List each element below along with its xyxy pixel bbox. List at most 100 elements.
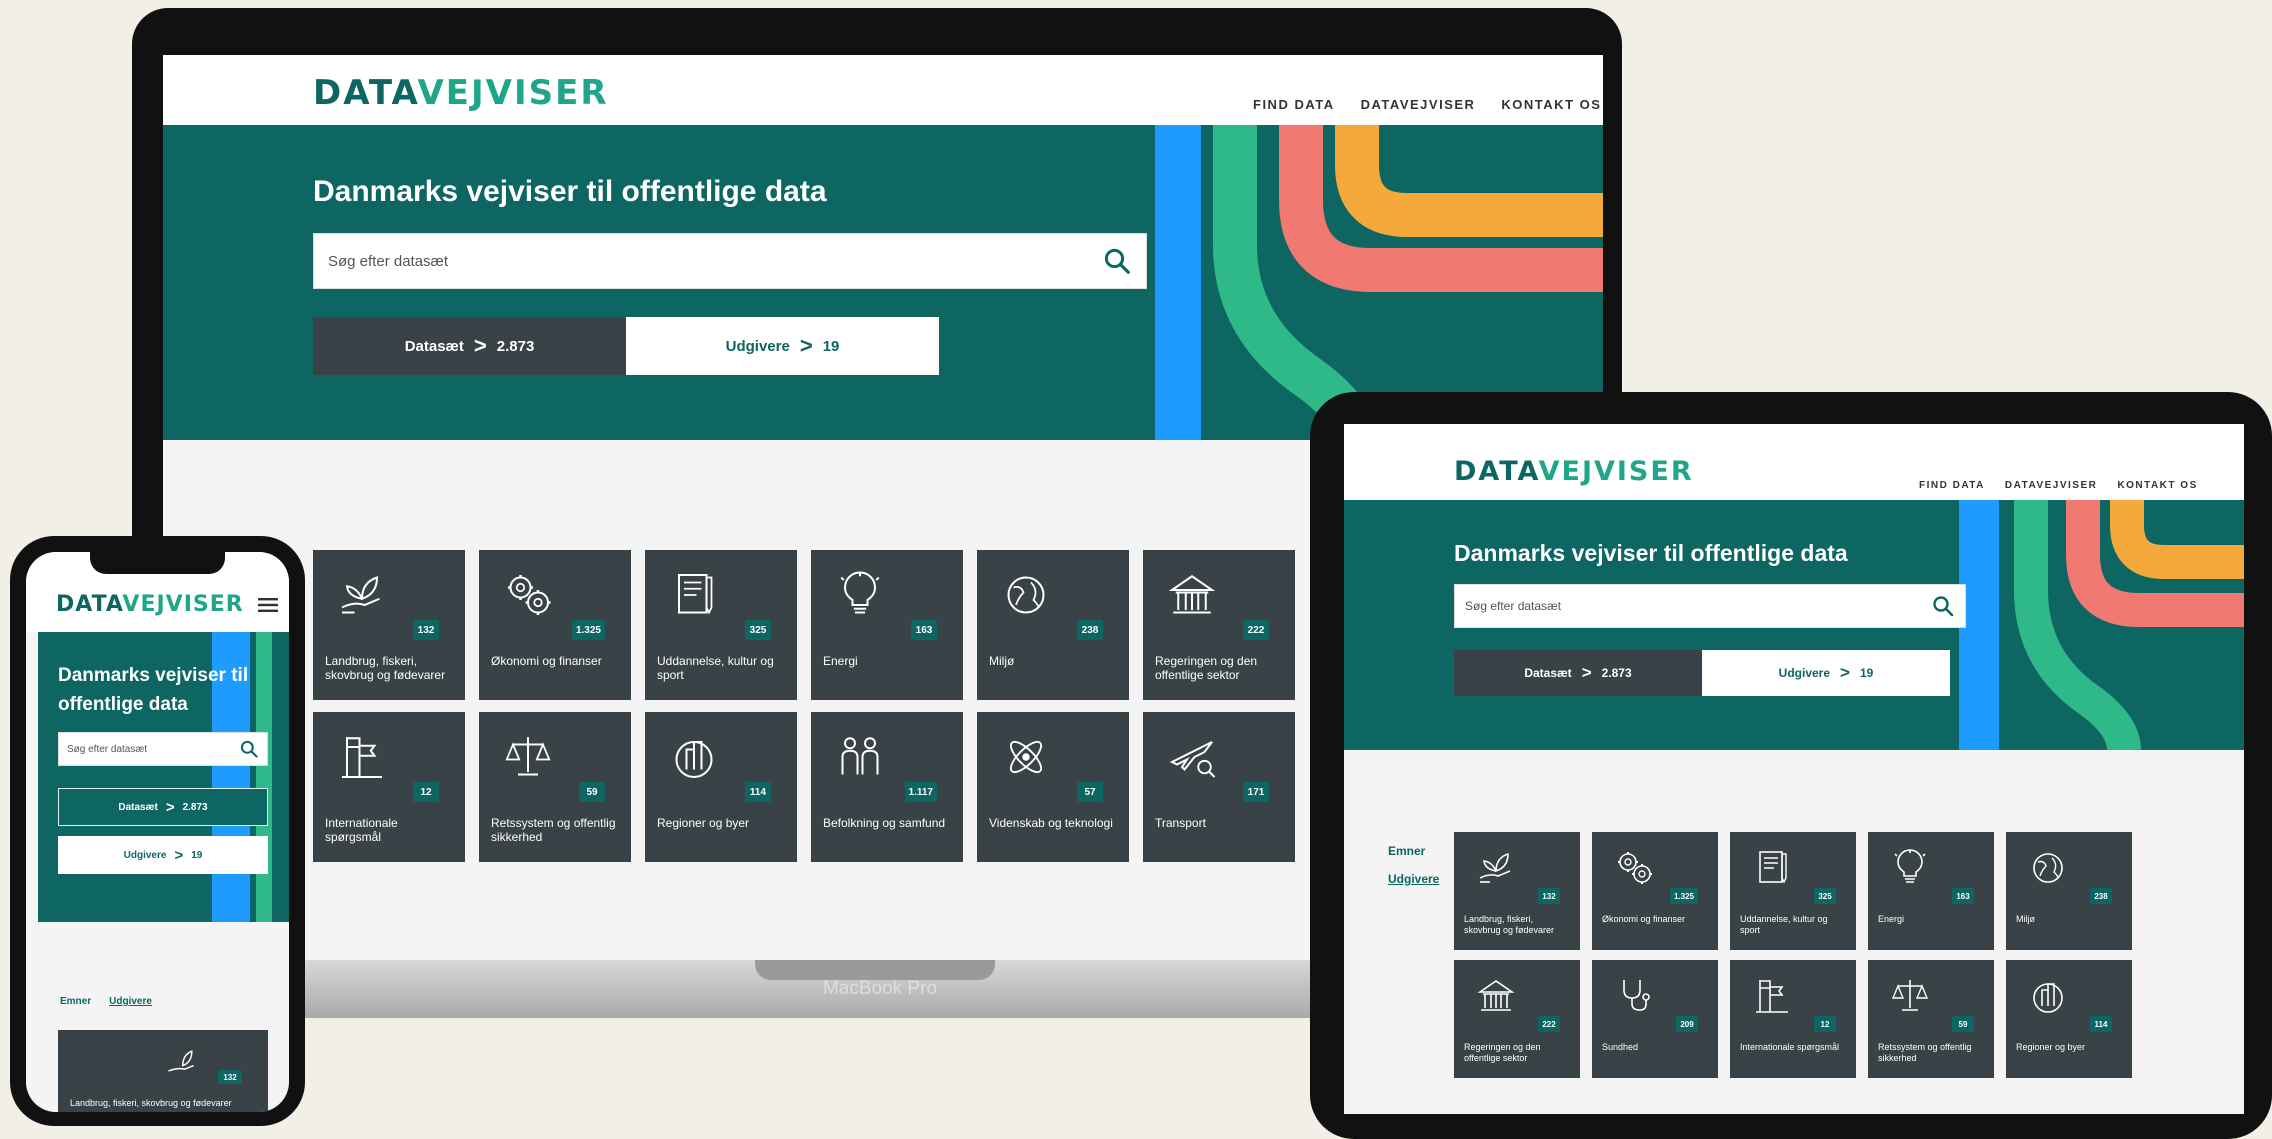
tile-count-badge: 222 (1243, 620, 1269, 640)
topic-tile[interactable]: 325 Uddannelse, kultur og sport (645, 550, 797, 700)
topic-tile[interactable]: 12 Internationale spørgsmål (1730, 960, 1856, 1078)
tab-udgivere[interactable]: Udgivere (109, 996, 152, 1007)
tile-label: Landbrug, fiskeri, skovbrug og fødevarer (1464, 914, 1555, 935)
publishers-count: 19 (191, 849, 203, 861)
tile-label: Befolkning og samfund (823, 816, 946, 830)
tile-label: Regeringen og den offentlige sektor (1155, 654, 1258, 683)
logo-text-dark: DATA (313, 73, 418, 113)
topic-tile[interactable]: 163 Energi (811, 550, 963, 700)
nav-find-data[interactable]: FIND DATA (1919, 480, 1985, 491)
logo[interactable]: DATAVEJVISER (56, 592, 244, 617)
search-icon[interactable] (239, 739, 259, 759)
datasets-toggle[interactable]: Datasæt > 2.873 (313, 317, 626, 375)
building-icon (1167, 570, 1217, 625)
logo-text-light: VEJVISER (122, 592, 244, 617)
tile-label: Uddannelse, kultur og sport (657, 654, 774, 683)
laptop-notch (755, 960, 995, 980)
chevron-right-icon: > (799, 333, 813, 358)
publishers-toggle[interactable]: Udgivere > 19 (1702, 650, 1950, 696)
topic-tile[interactable]: 57 Videnskab og teknologi (977, 712, 1129, 862)
tile-count-badge: 238 (2090, 888, 2112, 904)
tab-udgivere[interactable]: Udgivere (1388, 872, 1439, 886)
tile-label: Retssystem og offentlig sikkerhed (1878, 1042, 1972, 1063)
topic-tile[interactable]: 325 Uddannelse, kultur og sport (1730, 832, 1856, 950)
flags-icon (337, 732, 387, 787)
topic-tile[interactable]: 114 Regioner og byer (645, 712, 797, 862)
nav-datavejviser[interactable]: DATAVEJVISER (2005, 480, 2097, 491)
tile-count-badge: 1.325 (1669, 888, 1698, 904)
topic-tile[interactable]: 1.325 Økonomi og finanser (479, 550, 631, 700)
tile-label: Landbrug, fiskeri, skovbrug og fødevarer (325, 654, 446, 683)
tile-label: Miljø (989, 654, 1015, 668)
topic-tile[interactable]: 114 Regioner og byer (2006, 960, 2132, 1078)
topic-tile[interactable]: 132 Landbrug, fiskeri, skovbrug og fødev… (58, 1030, 268, 1112)
topic-tile[interactable]: 1.117 Befolkning og samfund (811, 712, 963, 862)
tile-count-badge: 57 (1077, 782, 1103, 802)
search-icon[interactable] (1102, 246, 1132, 276)
topic-tile[interactable]: 222 Regeringen og den offentlige sektor (1143, 550, 1295, 700)
tile-count-badge: 114 (2090, 1016, 2112, 1032)
hero-title: Danmarks vejviser til offentlige data (313, 175, 827, 208)
datasets-label: Datasæt (118, 801, 158, 813)
search-input[interactable] (1465, 599, 1931, 613)
hamburger-menu-icon[interactable] (258, 598, 278, 612)
datasets-toggle[interactable]: Datasæt > 2.873 (1454, 650, 1702, 696)
topic-tile[interactable]: 132 Landbrug, fiskeri, skovbrug og fødeva… (313, 550, 465, 700)
topic-tile[interactable]: 132 Landbrug, fiskeri, skovbrug og fødeva… (1454, 832, 1580, 950)
search-input[interactable] (328, 252, 1102, 270)
search-input[interactable] (67, 743, 239, 755)
tile-count-badge: 171 (1243, 782, 1269, 802)
topic-tile[interactable]: 222 Regeringen og den offentlige sektor (1454, 960, 1580, 1078)
topic-tile[interactable]: 171 Transport (1143, 712, 1295, 862)
logo-text-dark: DATA (56, 592, 123, 617)
tile-label: Sundhed (1602, 1042, 1639, 1052)
topic-tile[interactable]: 59 Retssystem og offentlig sikkerhed (1868, 960, 1994, 1078)
nav-find-data[interactable]: FIND DATA (1253, 97, 1335, 112)
tile-count-badge: 12 (413, 782, 439, 802)
hero-title: Danmarks vejviser til offentlige data (58, 665, 249, 715)
main-nav: FIND DATA DATAVEJVISER KONTAKT OS (1919, 480, 2198, 491)
search-box (313, 233, 1147, 289)
search-box (1454, 584, 1966, 628)
book-icon (669, 570, 719, 625)
topic-tile[interactable]: 12 Internationale spørgsmål (313, 712, 465, 862)
topic-tile[interactable]: 163 Energi (1868, 832, 1994, 950)
tile-label: Energi (823, 654, 858, 668)
datasets-count: 2.873 (182, 801, 208, 813)
hero-title: Danmarks vejviser til offentlige data (1454, 540, 1848, 566)
nav-kontakt[interactable]: KONTAKT OS (2117, 480, 2197, 491)
gears-euro-icon (1614, 848, 1654, 893)
chevron-right-icon: > (165, 798, 175, 816)
topic-tile[interactable]: 209 Sundhed (1592, 960, 1718, 1078)
publishers-toggle[interactable]: Udgivere > 19 (626, 317, 939, 375)
publishers-count: 19 (1859, 666, 1874, 680)
chevron-right-icon: > (174, 846, 184, 864)
datasets-toggle[interactable]: Datasæt > 2.873 (58, 788, 268, 826)
scales-icon (503, 732, 553, 787)
logo[interactable]: DATAVEJVISER (313, 73, 609, 113)
tablet-screen: DATAVEJVISER FIND DATA DATAVEJVISER KONT… (1344, 424, 2244, 1114)
tab-emner[interactable]: Emner (60, 996, 91, 1007)
publishers-toggle[interactable]: Udgivere > 19 (58, 836, 268, 874)
plant-hand-icon (163, 1044, 199, 1085)
tile-count-badge: 132 (1538, 888, 1560, 904)
chevron-right-icon: > (1840, 663, 1850, 682)
nav-kontakt[interactable]: KONTAKT OS (1501, 97, 1601, 112)
tile-label: Regeringen og den offentlige sektor (1464, 1042, 1541, 1063)
topic-tile[interactable]: 238 Miljø (2006, 832, 2132, 950)
datasets-label: Datasæt (1524, 666, 1572, 680)
globe-icon (2028, 848, 2068, 893)
search-icon[interactable] (1931, 594, 1955, 618)
flags-icon (1752, 976, 1792, 1021)
publishers-label: Udgivere (725, 337, 790, 355)
search-box (58, 732, 268, 766)
topic-tile[interactable]: 59 Retssystem og offentlig sikkerhed (479, 712, 631, 862)
hero-decoration (1959, 500, 2244, 750)
topic-tile[interactable]: 1.325 Økonomi og finanser (1592, 832, 1718, 950)
chevron-right-icon: > (473, 333, 487, 358)
nav-datavejviser[interactable]: DATAVEJVISER (1361, 97, 1476, 112)
tab-emner[interactable]: Emner (1388, 844, 1439, 858)
logo[interactable]: DATAVEJVISER (1454, 456, 1694, 487)
topic-tile[interactable]: 238 Miljø (977, 550, 1129, 700)
stethoscope-icon (1614, 976, 1654, 1021)
